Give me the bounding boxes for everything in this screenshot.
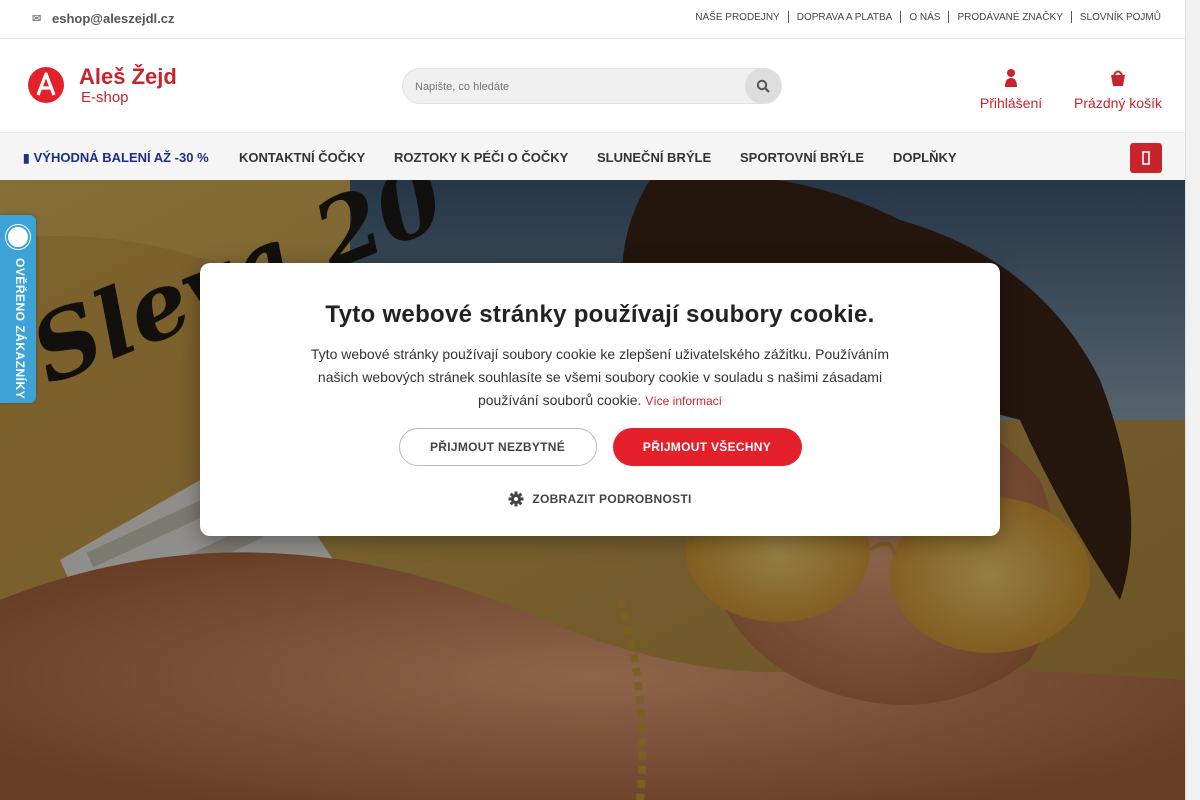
- basket-icon: [1111, 70, 1125, 86]
- top-bar: ✉ eshop@aleszejdl.cz NAŠE PRODEJNY DOPRA…: [0, 0, 1185, 39]
- more-info-link[interactable]: Více informací: [645, 394, 722, 408]
- main-nav: ▮ VÝHODNÁ BALENÍ AŽ -30 % KONTAKTNÍ ČOČK…: [0, 132, 1185, 180]
- accept-all-button[interactable]: PŘIJMOUT VŠECHNY: [612, 428, 802, 466]
- envelope-icon: ✉: [32, 12, 42, 25]
- cookie-body: Tyto webové stránky používají soubory co…: [310, 346, 890, 408]
- search-input[interactable]: [415, 78, 735, 96]
- top-links: NAŠE PRODEJNY DOPRAVA A PLATBA O NÁS PRO…: [695, 11, 1161, 23]
- top-link-glossary[interactable]: SLOVNÍK POJMŮ: [1080, 12, 1161, 23]
- cookie-buttons: PŘIJMOUT NEZBYTNÉ PŘIJMOUT VŠECHNY: [200, 428, 1000, 466]
- logo[interactable]: Aleš Žejdl E-shop: [27, 64, 177, 106]
- menu-icon: [1142, 151, 1150, 165]
- email-text: eshop@aleszejdl.cz: [52, 11, 175, 26]
- nav-item-contact-lenses[interactable]: KONTAKTNÍ ČOČKY: [239, 150, 365, 165]
- badge-text: OVĚŘENO ZÁKAZNÍKY: [13, 258, 27, 400]
- nav-item-accessories[interactable]: DOPLŇKY: [893, 150, 957, 165]
- nav-item-sport-glasses[interactable]: SPORTOVNÍ BRÝLE: [740, 150, 864, 165]
- cookie-dialog: Tyto webové stránky používají soubory co…: [200, 263, 1000, 536]
- nav-item-sunglasses[interactable]: SLUNEČNÍ BRÝLE: [597, 150, 711, 165]
- user-icon: [1005, 69, 1017, 87]
- menu-button[interactable]: [1130, 143, 1162, 173]
- search-bar: [402, 68, 782, 104]
- nav-item-promo-label: VÝHODNÁ BALENÍ AŽ -30 %: [33, 150, 209, 165]
- show-details-label: ZOBRAZIT PODROBNOSTI: [532, 492, 692, 506]
- divider: [1070, 11, 1072, 23]
- site-header: Aleš Žejdl E-shop Přihlášení Prázdný koš…: [0, 39, 1185, 132]
- top-link-shipping[interactable]: DOPRAVA A PLATBA: [797, 12, 893, 23]
- gear-icon: [508, 491, 524, 507]
- search-icon: [756, 79, 770, 93]
- bookmark-icon: ▮: [23, 150, 30, 165]
- logo-name: Aleš Žejdl: [79, 64, 177, 89]
- divider: [948, 11, 950, 23]
- login-label: Přihlášení: [979, 95, 1043, 111]
- divider: [900, 11, 902, 23]
- show-details-button[interactable]: ZOBRAZIT PODROBNOSTI: [200, 491, 1000, 507]
- verified-customers-badge[interactable]: OVĚŘENO ZÁKAZNÍKY: [0, 215, 36, 403]
- divider: [787, 11, 789, 23]
- email-link[interactable]: ✉ eshop@aleszejdl.cz: [32, 11, 175, 26]
- top-link-brands[interactable]: PRODÁVANÉ ZNAČKY: [957, 12, 1062, 23]
- cart-button[interactable]: Prázdný košík: [1070, 67, 1166, 111]
- nav-item-promo[interactable]: ▮ VÝHODNÁ BALENÍ AŽ -30 %: [23, 150, 209, 165]
- cookie-title: Tyto webové stránky používají soubory co…: [325, 301, 875, 328]
- cookie-text: Tyto webové stránky používají soubory co…: [310, 343, 890, 413]
- top-link-stores[interactable]: NAŠE PRODEJNY: [695, 12, 779, 23]
- login-button[interactable]: Přihlášení: [978, 67, 1044, 111]
- page-scrollbar[interactable]: [1185, 0, 1200, 800]
- accept-necessary-button[interactable]: PŘIJMOUT NEZBYTNÉ: [398, 428, 597, 466]
- search-button[interactable]: [745, 68, 781, 104]
- cart-label: Prázdný košík: [1074, 95, 1162, 111]
- badge-seal-icon: [6, 225, 30, 249]
- nav-item-solutions[interactable]: ROZTOKY K PÉČI O ČOČKY: [394, 150, 568, 165]
- top-link-about[interactable]: O NÁS: [909, 12, 940, 23]
- logo-subtitle: E-shop: [81, 89, 129, 106]
